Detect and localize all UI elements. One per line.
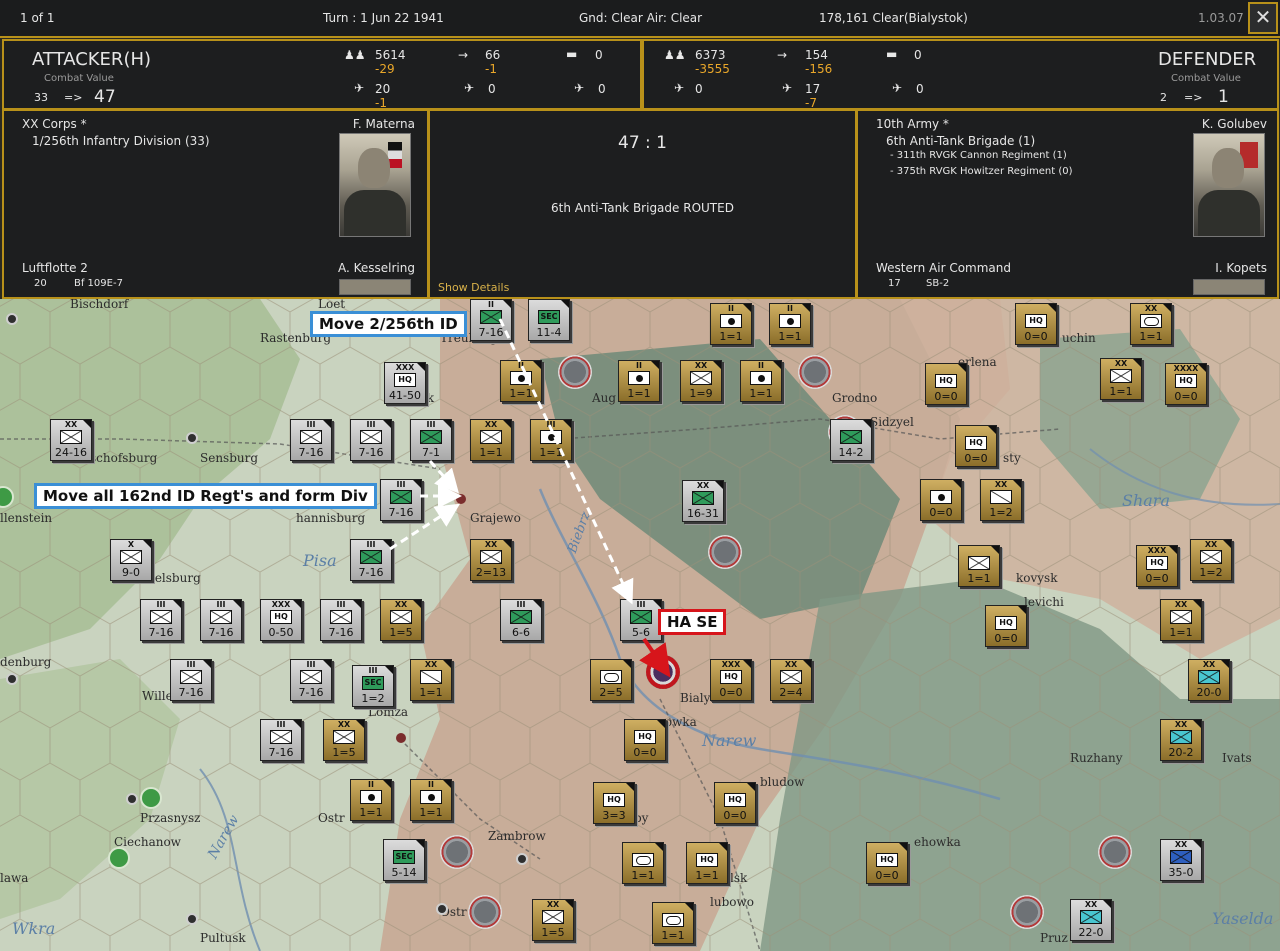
fighter-icon: ✈: [464, 81, 475, 95]
combat-result-panel: 47 : 1 6th Anti-Tank Brigade ROUTED Show…: [428, 109, 857, 299]
men-icon: ♟♟: [664, 48, 686, 62]
attacker-air-hq: Luftflotte 2: [22, 261, 88, 275]
attacker-bombers: 0: [598, 82, 606, 96]
defender-subunit-2: - 375th RVGK Howitzer Regiment (0): [890, 166, 1073, 177]
commander-portrait: [339, 133, 411, 237]
page-indicator: 1 of 1: [20, 11, 55, 25]
defender-aircraft: 0: [695, 82, 703, 96]
fighter-icon: ✈: [782, 81, 793, 95]
attacker-cv-label: Combat Value: [44, 73, 114, 84]
air-commander-portrait: [339, 279, 411, 295]
attacker-corps: XX Corps *: [22, 117, 87, 131]
attacker-tanks: 0: [595, 48, 603, 62]
weather-status: Gnd: Clear Air: Clear: [579, 11, 703, 25]
defender-men: 6373: [695, 48, 726, 62]
move-arrow: [498, 318, 634, 605]
attacker-division[interactable]: 1/256th Infantry Division (33): [32, 134, 210, 148]
defender-fighters: 17: [805, 82, 821, 96]
attacker-summary-panel: ATTACKER(H) Combat Value 33 => 47 ♟♟ 561…: [2, 39, 642, 110]
bomber-icon: ✈: [892, 81, 903, 95]
attacker-cv-arrow: =>: [64, 91, 83, 104]
defender-air-hq: Western Air Command: [876, 261, 1011, 275]
attacker-cv-before: 33: [34, 91, 48, 104]
defender-subunit-1: - 311th RVGK Cannon Regiment (1): [890, 150, 1067, 161]
attacker-units-panel: XX Corps * F. Materna 1/256th Infantry D…: [2, 109, 429, 299]
defender-guns-loss: -156: [805, 62, 833, 76]
combat-result-message: 6th Anti-Tank Brigade ROUTED: [551, 201, 734, 215]
defender-summary-panel: ♟♟ 6373 -3555 → 154 -156 ▬ 0 ✈ 0 ✈ 17 -7…: [642, 39, 1279, 110]
defender-tanks: 0: [914, 48, 922, 62]
defender-cv-before: 2: [1160, 91, 1167, 104]
attacker-commander: F. Materna: [352, 117, 415, 131]
defender-air-commander: I. Kopets: [1215, 261, 1267, 275]
air-commander-portrait: [1193, 279, 1265, 295]
movement-arrows: [389, 318, 671, 678]
top-status-bar: 1 of 1 Turn : 1 Jun 22 1941 Gnd: Clear A…: [0, 0, 1280, 38]
aircraft-icon: ✈: [354, 81, 365, 95]
close-button[interactable]: ✕: [1248, 2, 1278, 34]
defender-title: DEFENDER: [1158, 49, 1257, 70]
attacker-fighters: 0: [488, 82, 496, 96]
turn-date: Turn : 1 Jun 22 1941: [323, 11, 444, 25]
defender-air-type: SB-2: [926, 278, 950, 289]
defender-bombers: 0: [916, 82, 924, 96]
attack-arrow: [639, 637, 671, 678]
defender-guns: 154: [805, 48, 828, 62]
attacker-guns-loss: -1: [485, 62, 497, 76]
move-arrow: [389, 503, 461, 551]
attacker-guns: 66: [485, 48, 501, 62]
move-arrow: [428, 460, 459, 494]
defender-cv-arrow: =>: [1184, 91, 1203, 104]
men-icon: ♟♟: [344, 48, 366, 62]
attacker-cv-after: 47: [94, 87, 116, 107]
defender-men-loss: -3555: [695, 62, 730, 76]
defender-army: 10th Army *: [876, 117, 949, 131]
tank-icon: ▬: [566, 47, 578, 61]
annotation-ha-se: HA SE: [658, 609, 727, 635]
annotation-move-256: Move 2/256th ID: [310, 311, 467, 337]
tank-icon: ▬: [886, 47, 898, 61]
attacker-men: 5614: [375, 48, 406, 62]
commander-portrait: [1193, 133, 1265, 237]
defender-units-panel: 10th Army * K. Golubev 6th Anti-Tank Bri…: [856, 109, 1279, 299]
defender-brigade[interactable]: 6th Anti-Tank Brigade (1): [886, 134, 1035, 148]
attacker-air-commander: A. Kesselring: [338, 261, 415, 275]
show-details-link[interactable]: Show Details: [438, 281, 509, 294]
attacker-air-type: Bf 109E-7: [74, 278, 123, 289]
gun-icon: →: [777, 48, 788, 62]
defender-cv-label: Combat Value: [1171, 73, 1241, 84]
defender-fighters-loss: -7: [805, 96, 817, 110]
version-label: 1.03.07: [1198, 11, 1244, 25]
defender-cv-after: 1: [1218, 87, 1229, 107]
gun-icon: →: [458, 48, 469, 62]
hex-location: 178,161 Clear(Bialystok): [819, 11, 968, 25]
attacker-aircraft: 20: [375, 82, 391, 96]
attacker-men-loss: -29: [375, 62, 395, 76]
attacker-title: ATTACKER(H): [32, 49, 152, 70]
aircraft-icon: ✈: [674, 81, 685, 95]
attacker-aircraft-loss: -1: [375, 96, 387, 110]
annotation-move-162: Move all 162nd ID Regt's and form Div: [34, 483, 377, 509]
bomber-icon: ✈: [574, 81, 585, 95]
attacker-air-count: 20: [34, 278, 47, 289]
hex-map[interactable]: Bischdorf Rastenburg Loet Treuburg Aug G…: [0, 299, 1280, 951]
defender-air-count: 17: [888, 278, 901, 289]
combat-odds: 47 : 1: [618, 133, 667, 153]
defender-commander: K. Golubev: [1201, 117, 1267, 131]
